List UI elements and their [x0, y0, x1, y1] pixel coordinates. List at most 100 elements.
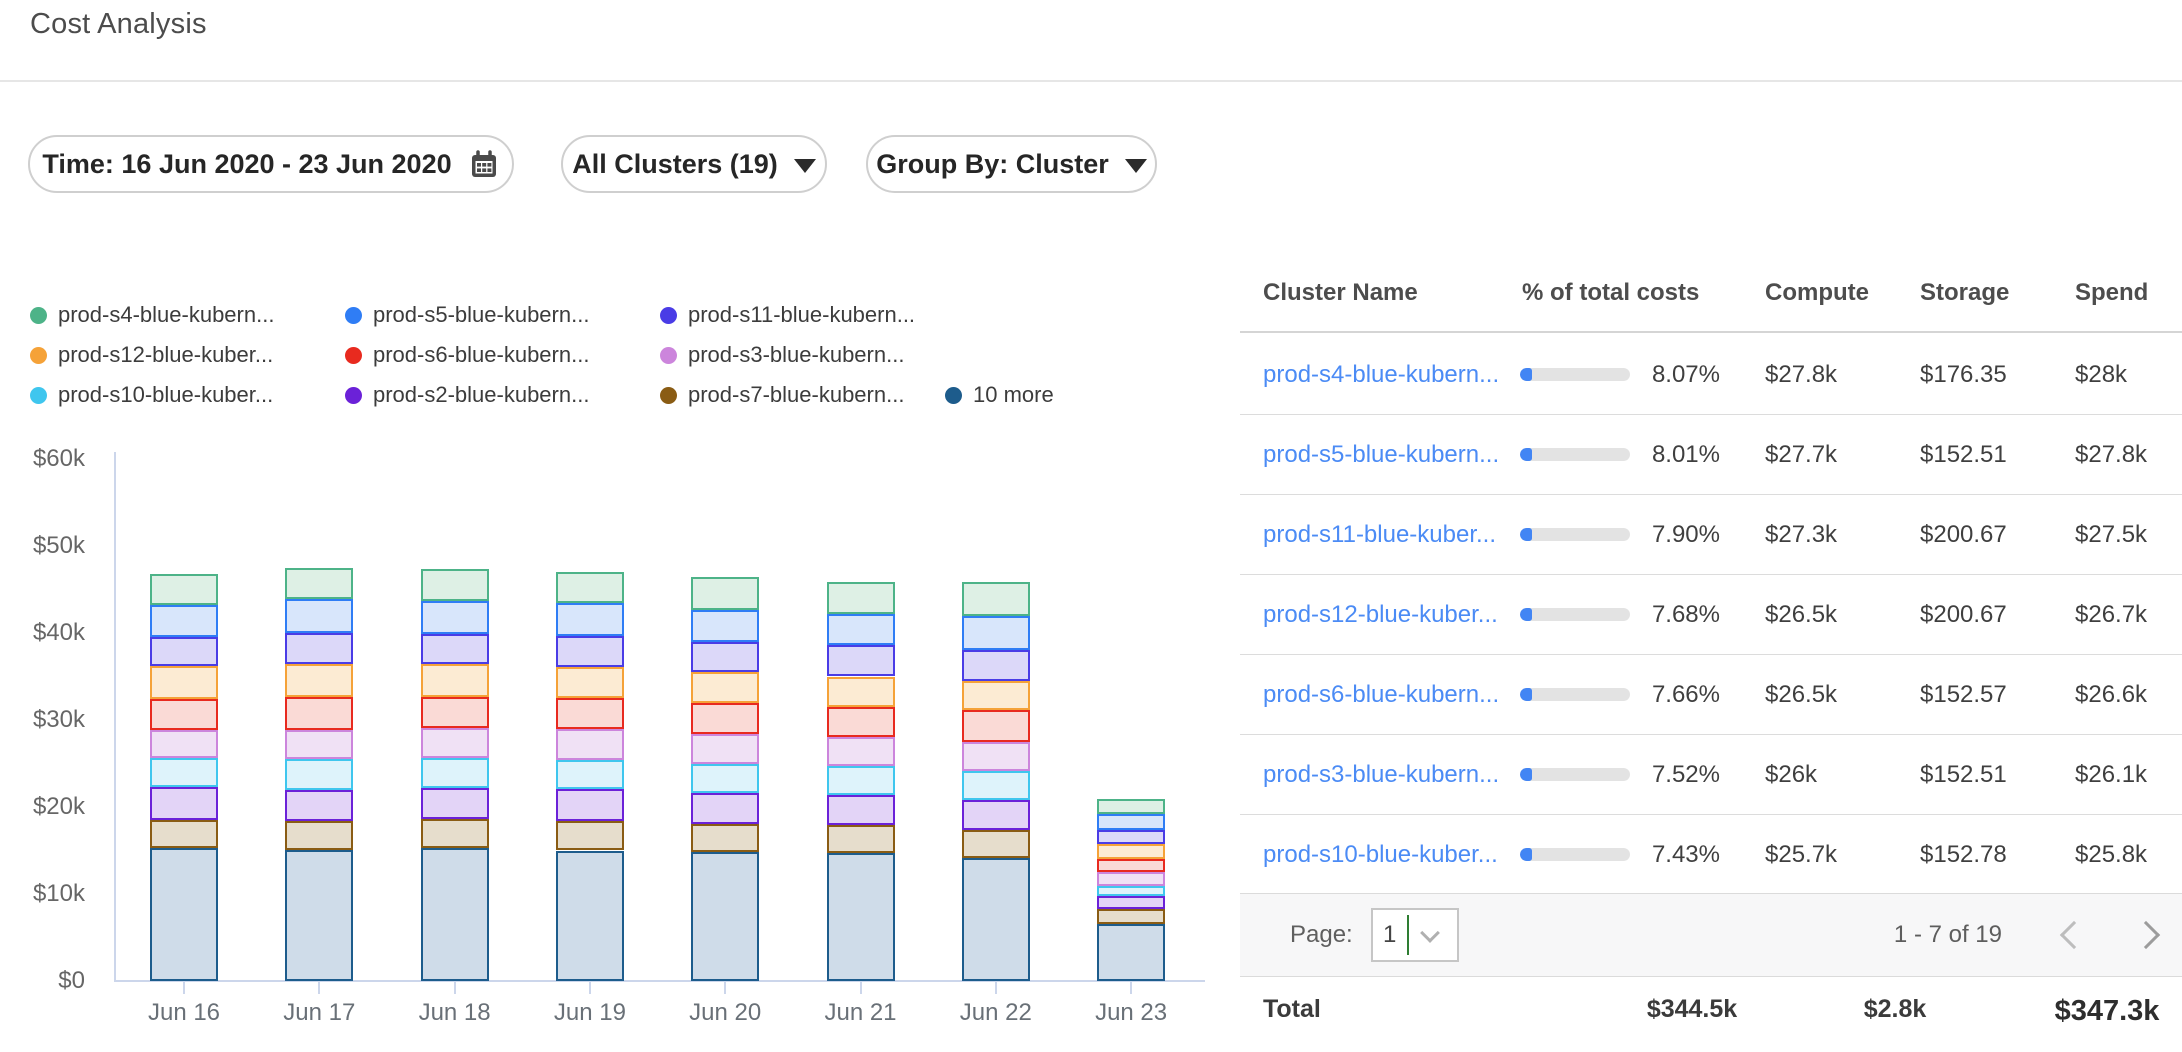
time-range-filter[interactable]: Time: 16 Jun 2020 - 23 Jun 2020	[28, 135, 514, 193]
bar-segment	[285, 697, 353, 729]
table-row: prod-s3-blue-kubern...7.52%$26k$152.51$2…	[1240, 735, 2182, 815]
table-row: prod-s5-blue-kubern...8.01%$27.7k$152.51…	[1240, 415, 2182, 495]
x-axis-tick	[1130, 981, 1132, 994]
legend-item[interactable]: prod-s6-blue-kubern...	[345, 342, 589, 368]
storage-value: $152.51	[1917, 761, 2073, 789]
bar-segment	[962, 742, 1030, 772]
storage-value: $200.67	[1917, 521, 2073, 549]
bar-segment	[556, 636, 624, 666]
legend-item[interactable]: prod-s11-blue-kubern...	[660, 302, 915, 328]
bar-segment	[962, 681, 1030, 711]
spend-value: $26.7k	[2073, 601, 2182, 629]
pct-value: 7.52%	[1642, 761, 1720, 789]
cluster-name-link[interactable]: prod-s6-blue-kubern...	[1263, 681, 1499, 708]
y-axis-tick-label: $60k	[0, 445, 85, 473]
cluster-name-cell: prod-s10-blue-kuber...	[1263, 841, 1520, 869]
legend-item[interactable]: prod-s3-blue-kubern...	[660, 342, 904, 368]
chevron-down-icon	[1420, 923, 1440, 943]
compute-value: $25.7k	[1758, 841, 1917, 869]
bar-segment	[827, 795, 895, 825]
storage-value: $152.51	[1917, 441, 2073, 469]
legend-dot-icon	[660, 347, 677, 364]
cluster-name-link[interactable]: prod-s3-blue-kubern...	[1263, 761, 1499, 788]
x-axis-tick-label: Jun 23	[1066, 999, 1196, 1027]
pct-progress-fill	[1520, 768, 1532, 781]
bar-segment	[421, 569, 489, 600]
col-storage: Storage	[1917, 279, 2073, 307]
bar-segment	[827, 766, 895, 795]
bar-segment	[1097, 814, 1165, 831]
cluster-name-link[interactable]: prod-s10-blue-kuber...	[1263, 841, 1498, 868]
legend-item[interactable]: prod-s2-blue-kubern...	[345, 382, 589, 408]
legend-item[interactable]: prod-s4-blue-kubern...	[30, 302, 274, 328]
storage-value: $152.57	[1917, 681, 2073, 709]
next-page-button[interactable]	[2132, 921, 2160, 949]
bar-segment	[421, 728, 489, 758]
page-title: Cost Analysis	[30, 8, 207, 41]
bar-segment	[827, 853, 895, 981]
storage-value: $176.35	[1917, 361, 2073, 389]
cluster-name-link[interactable]: prod-s12-blue-kuber...	[1263, 601, 1498, 628]
bar-segment	[421, 758, 489, 788]
pct-progress-bar	[1520, 608, 1630, 621]
legend-item[interactable]: prod-s12-blue-kuber...	[30, 342, 273, 368]
chevron-down-icon	[794, 159, 816, 173]
pct-progress-bar	[1520, 368, 1630, 381]
calendar-icon	[468, 148, 500, 180]
pct-progress-fill	[1520, 608, 1532, 621]
table-row: prod-s10-blue-kuber...7.43%$25.7k$152.78…	[1240, 815, 2182, 895]
table-body: prod-s4-blue-kubern...8.07%$27.8k$176.35…	[1240, 335, 2182, 895]
bar-segment	[1097, 886, 1165, 896]
table-row: prod-s12-blue-kuber...7.68%$26.5k$200.67…	[1240, 575, 2182, 655]
cluster-name-link[interactable]: prod-s11-blue-kuber...	[1263, 521, 1496, 548]
y-axis-tick-label: $20k	[0, 793, 85, 821]
legend-label: prod-s4-blue-kubern...	[58, 302, 274, 328]
pct-progress-fill	[1520, 848, 1532, 861]
cluster-filter-dropdown[interactable]: All Clusters (19)	[561, 135, 827, 193]
legend-item[interactable]: 10 more	[945, 382, 1054, 408]
pct-of-costs-cell: 8.07%	[1520, 361, 1758, 389]
bar-segment	[421, 697, 489, 728]
cluster-name-cell: prod-s11-blue-kuber...	[1263, 521, 1520, 549]
x-axis-tick-label: Jun 19	[525, 999, 655, 1027]
cluster-name-link[interactable]: prod-s4-blue-kubern...	[1263, 361, 1499, 388]
bar-segment	[421, 601, 489, 634]
y-axis-tick-label: $0	[0, 967, 85, 995]
bar-segment	[1097, 924, 1165, 981]
page-select[interactable]: 1	[1371, 908, 1459, 962]
bar-segment	[421, 848, 489, 981]
bar-segment	[691, 852, 759, 981]
x-axis-tick	[860, 981, 862, 994]
legend-item[interactable]: prod-s10-blue-kuber...	[30, 382, 273, 408]
bar-segment	[962, 858, 1030, 981]
bar-segment	[556, 789, 624, 821]
bar-segment	[556, 698, 624, 728]
bar-segment	[285, 633, 353, 664]
cluster-name-link[interactable]: prod-s5-blue-kubern...	[1263, 441, 1499, 468]
bar-segment	[285, 759, 353, 789]
x-axis-tick-label: Jun 20	[660, 999, 790, 1027]
legend-item[interactable]: prod-s7-blue-kubern...	[660, 382, 904, 408]
bar-segment	[691, 824, 759, 853]
group-by-dropdown[interactable]: Group By: Cluster	[866, 135, 1157, 193]
compute-value: $26.5k	[1758, 681, 1917, 709]
bar-segment	[1097, 909, 1165, 925]
bar-segment	[421, 634, 489, 664]
spend-value: $26.6k	[2073, 681, 2182, 709]
bar-segment	[150, 666, 218, 699]
pct-progress-fill	[1520, 688, 1532, 701]
bar-segment	[691, 703, 759, 733]
x-axis-tick	[318, 981, 320, 994]
bar-segment	[150, 699, 218, 729]
bar-segment	[962, 582, 1030, 617]
pct-progress-bar	[1520, 848, 1630, 861]
pct-value: 8.07%	[1642, 361, 1720, 389]
previous-page-button[interactable]	[2060, 921, 2088, 949]
bar-segment	[827, 737, 895, 767]
legend-dot-icon	[660, 387, 677, 404]
page-label: Page:	[1290, 921, 1353, 949]
legend-item[interactable]: prod-s5-blue-kubern...	[345, 302, 589, 328]
pct-value: 8.01%	[1642, 441, 1720, 469]
bar-segment	[556, 729, 624, 760]
bar-segment	[150, 605, 218, 637]
